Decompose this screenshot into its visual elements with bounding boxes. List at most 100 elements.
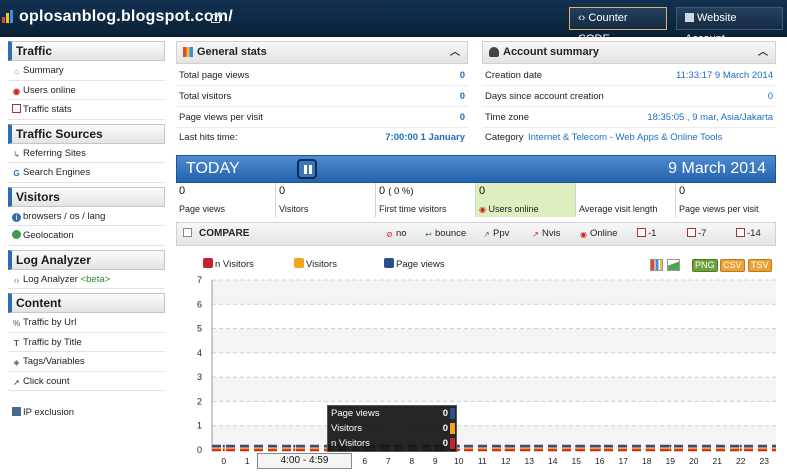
tooltip-row-visitors: Visitors 0 (328, 421, 456, 436)
export-tsv-button[interactable]: TSV (748, 259, 772, 272)
sidebar-item-traffic-by-url[interactable]: % Traffic by Url (8, 313, 165, 333)
site-title[interactable]: oplosanblog.blogspot.com/ (19, 8, 233, 26)
chart-type-bar-icon[interactable] (650, 259, 663, 271)
data-point (551, 444, 554, 448)
account-icon (685, 13, 694, 22)
legend-swatch (203, 258, 213, 268)
pause-icon[interactable] (297, 159, 317, 179)
compare-option-minus7[interactable]: -7 (687, 223, 706, 245)
sidebar-item-log-analyzer[interactable]: ‹› Log Analyzer <beta> (8, 270, 165, 289)
x-tick-label: 7 (386, 456, 391, 466)
no-icon: ⊘ (386, 230, 393, 239)
sidebar-item-traffic-stats[interactable]: Traffic stats (8, 100, 165, 120)
x-tick-label: 10 (454, 456, 464, 466)
data-point (222, 444, 225, 448)
plot-band (212, 352, 776, 378)
data-point (645, 444, 648, 448)
data-point (293, 444, 296, 448)
calendar-icon (736, 228, 745, 237)
export-png-button[interactable]: PNG (692, 259, 718, 272)
calendar-icon (637, 228, 646, 237)
sidebar-section-content: Content (8, 293, 165, 313)
sidebar: Traffic ⌂ Summary ◉ Users online Traffic s… (8, 41, 165, 423)
compare-option-minus1[interactable]: -1 (637, 223, 656, 245)
data-point (269, 444, 272, 448)
x-tick-label: 19 (666, 456, 676, 466)
collapse-icon[interactable]: ︿ (450, 42, 460, 63)
sidebar-item-traffic-by-title[interactable]: T Traffic by Title (8, 333, 165, 352)
plot-band (212, 304, 776, 329)
x-tick-label: 21 (713, 456, 723, 466)
general-stats-header[interactable]: General stats ︿ (176, 41, 468, 64)
today-bar: TODAY 9 March 2014 (176, 155, 776, 183)
data-point (246, 444, 249, 448)
collapse-icon[interactable]: ︿ (758, 42, 768, 63)
website-account-button[interactable]: Website Account (676, 7, 783, 45)
today-cell-ppv: 0 Page views per visit (679, 185, 759, 214)
category-link[interactable]: Internet & Telecom - Web Apps & Online T… (528, 128, 722, 148)
search-engine-icon: G (13, 169, 20, 178)
account-summary-header[interactable]: Account summary ︿ (482, 41, 776, 64)
tag-icon: ◈ (13, 358, 20, 367)
today-date: 9 March 2014 (668, 160, 766, 177)
sidebar-item-ip-exclusion[interactable]: IP exclusion (8, 403, 165, 423)
ip-exclusion-icon (12, 407, 21, 416)
compare-option-ppv[interactable]: ↗ Ppv (482, 223, 509, 245)
sidebar-item-click-count[interactable]: ➚ Click count (8, 372, 165, 391)
y-tick-label: 4 (197, 348, 202, 358)
sidebar-item-geolocation[interactable]: Geolocation (8, 226, 165, 246)
sidebar-section-traffic: Traffic (8, 41, 165, 61)
today-cell-visitors: 0 Visitors (276, 183, 376, 217)
data-point (316, 444, 319, 448)
data-point (739, 444, 742, 448)
compare-label: COMPARE (199, 228, 250, 239)
code-icon: ‹› (578, 12, 586, 24)
data-point (481, 444, 484, 448)
live-icon: ◉ (13, 86, 20, 96)
legend-page-views[interactable]: Page views (384, 258, 445, 271)
sidebar-item-browsers[interactable]: i browsers / os / lang (8, 207, 165, 226)
sidebar-item-search-engines[interactable]: G Search Engines (8, 163, 165, 183)
today-cell-users-online[interactable]: 0 ◉ Users online (476, 183, 576, 217)
calendar-icon (12, 104, 21, 113)
export-csv-button[interactable]: CSV (720, 259, 745, 272)
stats-icon (183, 47, 193, 57)
data-point (669, 444, 672, 448)
account-row-days-since-creation: Days since account creation 0 (482, 87, 776, 107)
x-tick-label: 11 (478, 456, 487, 466)
sidebar-item-users-online[interactable]: ◉ Users online (8, 81, 165, 100)
legend-visitors[interactable]: Visitors (294, 258, 337, 271)
account-row-category: Category Internet & Telecom - Web Apps & … (482, 128, 776, 148)
ppv-icon: ↗ (483, 230, 490, 239)
globe-icon (12, 230, 21, 239)
sidebar-item-summary[interactable]: ⌂ Summary (8, 61, 165, 81)
compare-option-bounce[interactable]: ↩ bounce (424, 223, 466, 245)
legend-n-visitors[interactable]: n Visitors (203, 258, 254, 271)
chart-type-area-icon[interactable] (667, 259, 680, 271)
x-tick-label: 6 (362, 456, 367, 466)
data-point (622, 444, 625, 448)
referrer-icon: ↳ (13, 149, 20, 159)
tooltip-row-page-views: Page views 0 (328, 406, 456, 421)
counter-code-button[interactable]: ‹› Counter CODE (569, 7, 667, 45)
cursor-icon: ➚ (13, 377, 20, 387)
data-point (692, 444, 695, 448)
x-tick-label: 9 (433, 456, 438, 466)
tooltip-swatch (450, 438, 455, 449)
compare-option-minus14[interactable]: -14 (736, 223, 761, 245)
sidebar-item-tags-variables[interactable]: ◈ Tags/Variables (8, 352, 165, 372)
x-tick-label: 22 (736, 456, 746, 466)
x-tick-label: 20 (689, 456, 699, 466)
nvis-icon: ↗ (532, 230, 539, 239)
external-link-icon[interactable] (211, 12, 222, 23)
x-tick-label: 8 (409, 456, 414, 466)
compare-option-nvis[interactable]: ↗ Nvis (531, 223, 560, 245)
compare-option-no[interactable]: ⊘ no (385, 223, 406, 245)
sidebar-item-referring-sites[interactable]: ↳ Referring Sites (8, 144, 165, 163)
tooltip-swatch (450, 408, 455, 419)
y-tick-label: 6 (197, 299, 202, 309)
link-icon: % (12, 319, 21, 328)
x-tick-label: 14 (548, 456, 558, 466)
sidebar-section-visitors: Visitors (8, 186, 165, 207)
compare-option-online[interactable]: ◉ Online (579, 223, 617, 245)
